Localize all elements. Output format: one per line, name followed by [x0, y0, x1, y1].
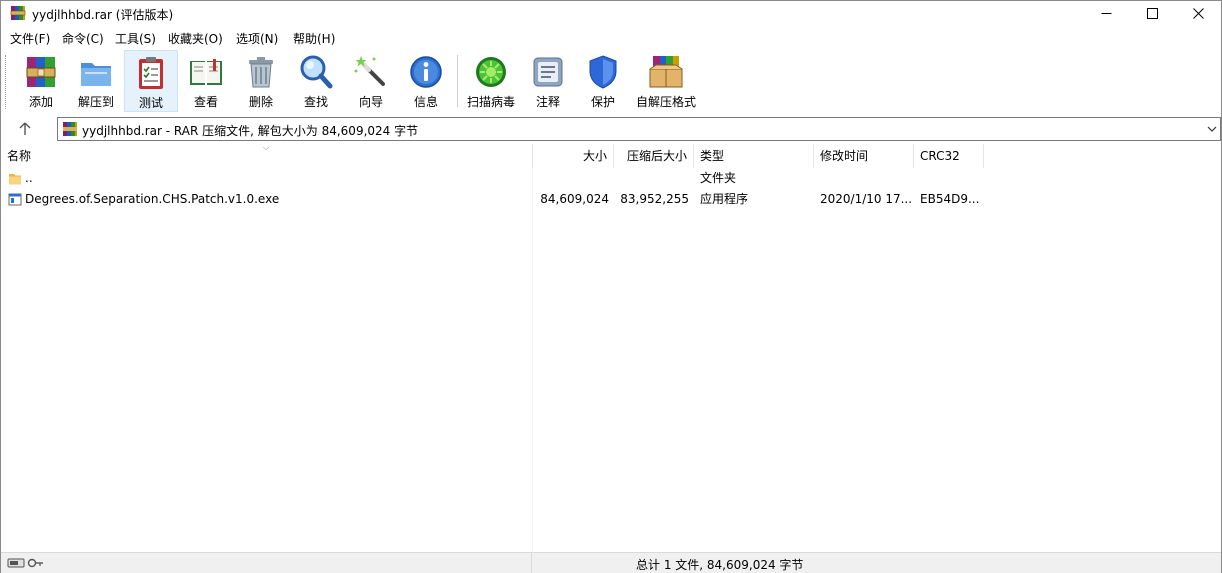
tool-test-button[interactable]: 测试: [124, 50, 178, 112]
comment-icon: [533, 57, 563, 87]
column-header-type[interactable]: 类型: [694, 144, 814, 168]
status-summary: 总计 1 文件, 84,609,024 字节: [636, 558, 804, 572]
tool-virus-scan-label: 扫描病毒: [466, 95, 515, 109]
tool-test-label: 测试: [138, 96, 163, 110]
info-icon: [410, 56, 442, 88]
arrow-up-icon: [19, 122, 31, 135]
table-row[interactable]: Degrees.of.Separation.CHS.Patch.v1.0.exe…: [1, 189, 1221, 210]
drive-key-icon: [7, 558, 43, 568]
tool-find-label: 查找: [303, 95, 328, 109]
tool-view-label: 查看: [193, 95, 218, 109]
list-header: ⌵ 名称 大小 压缩后大小 类型 修改时间 CRC32: [1, 143, 1221, 168]
tool-sfx-label: 自解压格式: [635, 95, 696, 109]
tool-add-label: 添加: [28, 95, 53, 109]
minimize-icon: [1101, 13, 1111, 14]
tool-extract-button[interactable]: 解压到: [72, 50, 120, 112]
tool-view-button[interactable]: 查看: [183, 50, 229, 112]
add-archive-icon: [26, 57, 56, 87]
toolbar: 添加 解压到 测试 查看 删除 查找 向导 信息 扫描病毒 注释 保护 自解压格…: [1, 50, 1221, 113]
tool-sfx-button[interactable]: 自解压格式: [633, 50, 699, 112]
tool-comment-label: 注释: [535, 95, 560, 109]
menu-tools[interactable]: 工具(S): [115, 30, 156, 47]
menu-file[interactable]: 文件(F): [10, 30, 50, 47]
row-name: Degrees.of.Separation.CHS.Patch.v1.0.exe: [25, 192, 280, 206]
folder-icon: [9, 174, 21, 185]
exe-file-icon: [8, 193, 22, 206]
tool-protect-label: 保护: [590, 95, 615, 109]
rar-archive-icon: [63, 122, 77, 136]
column-header-size[interactable]: 大小: [533, 144, 614, 168]
close-icon: [1192, 8, 1204, 19]
column-packed-label: 压缩后大小: [626, 149, 687, 163]
menu-bar: 文件(F) 命令(C) 工具(S) 收藏夹(O) 选项(N) 帮助(H): [1, 28, 1221, 48]
toolbar-grip[interactable]: [5, 55, 8, 109]
chevron-down-icon[interactable]: [1206, 123, 1218, 135]
address-field[interactable]: yydjlhhbd.rar - RAR 压缩文件, 解包大小为 84,609,0…: [57, 117, 1221, 141]
tool-add-button[interactable]: 添加: [18, 50, 64, 112]
up-folder-button[interactable]: [9, 119, 41, 139]
row-packed: 83,952,255: [620, 192, 689, 206]
column-header-modified[interactable]: 修改时间: [814, 144, 914, 168]
tool-extract-label: 解压到: [77, 95, 114, 109]
tool-info-label: 信息: [413, 95, 438, 109]
window-title: yydjlhhbd.rar (评估版本): [32, 8, 174, 22]
file-list[interactable]: ⌵ 名称 大小 压缩后大小 类型 修改时间 CRC32 .. 文件夹 Degre…: [1, 143, 1221, 552]
tool-delete-label: 删除: [248, 95, 273, 109]
row-type: 应用程序: [700, 192, 749, 206]
column-type-label: 类型: [700, 149, 725, 163]
tool-delete-button[interactable]: 删除: [238, 50, 284, 112]
column-crc-label: CRC32: [920, 149, 960, 163]
row-name: ..: [25, 171, 33, 185]
tool-info-button[interactable]: 信息: [403, 50, 449, 112]
close-button[interactable]: [1175, 1, 1221, 26]
tool-virus-scan-button[interactable]: 扫描病毒: [463, 50, 519, 112]
status-bar: 总计 1 文件, 84,609,024 字节: [1, 552, 1221, 573]
row-type: 文件夹: [700, 171, 737, 185]
wizard-wand-icon: [354, 56, 385, 86]
column-header-packed[interactable]: 压缩后大小: [614, 144, 694, 168]
title-bar[interactable]: yydjlhhbd.rar (评估版本): [1, 1, 1221, 26]
status-divider: [531, 553, 532, 573]
row-crc: EB54D9...: [920, 192, 980, 206]
menu-options[interactable]: 选项(N): [236, 30, 278, 47]
column-modified-label: 修改时间: [820, 149, 869, 163]
sfx-box-icon: [649, 56, 683, 88]
view-book-icon: [190, 59, 222, 85]
column-header-name[interactable]: 名称: [1, 144, 533, 168]
column-header-crc[interactable]: CRC32: [914, 144, 984, 168]
column-size-label: 大小: [582, 149, 607, 163]
tool-find-button[interactable]: 查找: [293, 50, 339, 112]
virus-scan-icon: [476, 57, 506, 87]
address-text: yydjlhhbd.rar - RAR 压缩文件, 解包大小为 84,609,0…: [82, 124, 419, 138]
row-size: [533, 168, 609, 189]
row-packed: [614, 168, 689, 189]
shield-icon: [589, 55, 617, 89]
address-bar: yydjlhhbd.rar - RAR 压缩文件, 解包大小为 84,609,0…: [1, 115, 1221, 143]
maximize-icon: [1146, 8, 1158, 19]
toolbar-separator: [457, 55, 458, 107]
row-modified: [820, 168, 912, 189]
tool-comment-button[interactable]: 注释: [525, 50, 571, 112]
menu-commands[interactable]: 命令(C): [62, 30, 104, 47]
tool-wizard-button[interactable]: 向导: [348, 50, 394, 112]
list-divider: [532, 168, 533, 552]
tool-protect-button[interactable]: 保护: [580, 50, 626, 112]
test-clipboard-icon: [139, 57, 163, 89]
row-size: 84,609,024: [540, 192, 609, 206]
row-crc: [920, 168, 982, 189]
tool-wizard-label: 向导: [358, 95, 383, 109]
winrar-window: yydjlhhbd.rar (评估版本) 文件(F) 命令(C) 工具(S) 收…: [0, 0, 1222, 573]
extract-folder-icon: [81, 63, 111, 86]
trash-icon: [249, 57, 273, 88]
minimize-button[interactable]: [1083, 1, 1129, 26]
winrar-app-icon: [10, 6, 26, 20]
maximize-button[interactable]: [1129, 1, 1175, 26]
table-row[interactable]: .. 文件夹: [1, 168, 1221, 189]
menu-favorites[interactable]: 收藏夹(O): [168, 30, 223, 47]
row-modified: 2020/1/10 17...: [820, 192, 912, 206]
column-name-label: 名称: [7, 149, 32, 163]
menu-help[interactable]: 帮助(H): [293, 30, 335, 47]
magnifier-icon: [300, 55, 333, 89]
